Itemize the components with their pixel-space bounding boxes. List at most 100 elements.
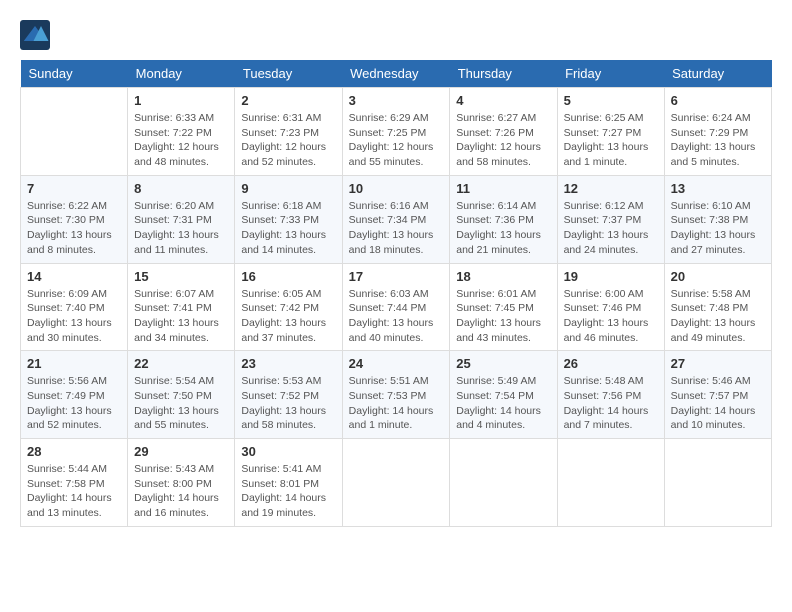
day-number: 7 (27, 181, 121, 196)
day-info: Sunrise: 6:31 AM Sunset: 7:23 PM Dayligh… (241, 111, 335, 170)
day-info: Sunrise: 6:24 AM Sunset: 7:29 PM Dayligh… (671, 111, 765, 170)
weekday-header-sunday: Sunday (21, 60, 128, 88)
day-info: Sunrise: 6:22 AM Sunset: 7:30 PM Dayligh… (27, 199, 121, 258)
calendar-cell: 22 Sunrise: 5:54 AM Sunset: 7:50 PM Dayli… (128, 351, 235, 439)
day-info: Sunrise: 6:12 AM Sunset: 7:37 PM Dayligh… (564, 199, 658, 258)
weekday-header-friday: Friday (557, 60, 664, 88)
calendar-cell: 7 Sunrise: 6:22 AM Sunset: 7:30 PM Daylig… (21, 175, 128, 263)
day-number: 25 (456, 356, 550, 371)
week-row-3: 14Sunrise: 6:09 AM Sunset: 7:40 PM Dayli… (21, 263, 772, 351)
day-info: Sunrise: 5:48 AM Sunset: 7:56 PM Dayligh… (564, 374, 658, 433)
day-number: 24 (349, 356, 444, 371)
calendar-table: SundayMondayTuesdayWednesdayThursdayFrid… (20, 60, 772, 527)
calendar-cell: 3 Sunrise: 6:29 AM Sunset: 7:25 PM Daylig… (342, 88, 450, 176)
calendar-cell: 10 Sunrise: 6:16 AM Sunset: 7:34 PM Dayli… (342, 175, 450, 263)
calendar-cell: 4 Sunrise: 6:27 AM Sunset: 7:26 PM Daylig… (450, 88, 557, 176)
day-info: Sunrise: 6:25 AM Sunset: 7:27 PM Dayligh… (564, 111, 658, 170)
weekday-header-monday: Monday (128, 60, 235, 88)
day-info: Sunrise: 6:18 AM Sunset: 7:33 PM Dayligh… (241, 199, 335, 258)
calendar-cell: 26 Sunrise: 5:48 AM Sunset: 7:56 PM Dayli… (557, 351, 664, 439)
day-info: Sunrise: 6:10 AM Sunset: 7:38 PM Dayligh… (671, 199, 765, 258)
day-info: Sunrise: 6:07 AM Sunset: 7:41 PM Dayligh… (134, 287, 228, 346)
calendar-cell: 23 Sunrise: 5:53 AM Sunset: 7:52 PM Dayli… (235, 351, 342, 439)
day-number: 19 (564, 269, 658, 284)
day-info: Sunrise: 5:54 AM Sunset: 7:50 PM Dayligh… (134, 374, 228, 433)
day-number: 28 (27, 444, 121, 459)
calendar-cell (342, 439, 450, 527)
weekday-header-wednesday: Wednesday (342, 60, 450, 88)
calendar-cell: 29 Sunrise: 5:43 AM Sunset: 8:00 PM Dayli… (128, 439, 235, 527)
day-info: Sunrise: 6:20 AM Sunset: 7:31 PM Dayligh… (134, 199, 228, 258)
day-number: 26 (564, 356, 658, 371)
week-row-2: 7 Sunrise: 6:22 AM Sunset: 7:30 PM Daylig… (21, 175, 772, 263)
day-number: 10 (349, 181, 444, 196)
calendar-cell: 27 Sunrise: 5:46 AM Sunset: 7:57 PM Dayli… (664, 351, 771, 439)
day-info: Sunrise: 5:46 AM Sunset: 7:57 PM Dayligh… (671, 374, 765, 433)
day-number: 27 (671, 356, 765, 371)
day-info: Sunrise: 6:01 AM Sunset: 7:45 PM Dayligh… (456, 287, 550, 346)
calendar-cell: 1 Sunrise: 6:33 AM Sunset: 7:22 PM Daylig… (128, 88, 235, 176)
day-number: 13 (671, 181, 765, 196)
day-info: Sunrise: 6:09 AM Sunset: 7:40 PM Dayligh… (27, 287, 121, 346)
day-info: Sunrise: 6:33 AM Sunset: 7:22 PM Dayligh… (134, 111, 228, 170)
day-number: 20 (671, 269, 765, 284)
day-number: 9 (241, 181, 335, 196)
day-number: 23 (241, 356, 335, 371)
day-number: 4 (456, 93, 550, 108)
calendar-cell: 6Sunrise: 6:24 AM Sunset: 7:29 PM Daylig… (664, 88, 771, 176)
day-info: Sunrise: 5:43 AM Sunset: 8:00 PM Dayligh… (134, 462, 228, 521)
calendar-cell: 9 Sunrise: 6:18 AM Sunset: 7:33 PM Daylig… (235, 175, 342, 263)
calendar-cell: 18Sunrise: 6:01 AM Sunset: 7:45 PM Dayli… (450, 263, 557, 351)
day-info: Sunrise: 6:14 AM Sunset: 7:36 PM Dayligh… (456, 199, 550, 258)
weekday-header-saturday: Saturday (664, 60, 771, 88)
day-number: 17 (349, 269, 444, 284)
day-number: 1 (134, 93, 228, 108)
day-number: 29 (134, 444, 228, 459)
day-number: 3 (349, 93, 444, 108)
day-info: Sunrise: 5:58 AM Sunset: 7:48 PM Dayligh… (671, 287, 765, 346)
day-info: Sunrise: 5:41 AM Sunset: 8:01 PM Dayligh… (241, 462, 335, 521)
week-row-4: 21 Sunrise: 5:56 AM Sunset: 7:49 PM Dayli… (21, 351, 772, 439)
day-number: 21 (27, 356, 121, 371)
day-info: Sunrise: 6:29 AM Sunset: 7:25 PM Dayligh… (349, 111, 444, 170)
day-number: 5 (564, 93, 658, 108)
calendar-cell (557, 439, 664, 527)
calendar-cell: 21 Sunrise: 5:56 AM Sunset: 7:49 PM Dayli… (21, 351, 128, 439)
day-info: Sunrise: 5:44 AM Sunset: 7:58 PM Dayligh… (27, 462, 121, 521)
calendar-cell (450, 439, 557, 527)
calendar-cell: 13 Sunrise: 6:10 AM Sunset: 7:38 PM Dayli… (664, 175, 771, 263)
calendar-cell (664, 439, 771, 527)
calendar-cell: 5 Sunrise: 6:25 AM Sunset: 7:27 PM Daylig… (557, 88, 664, 176)
day-info: Sunrise: 5:53 AM Sunset: 7:52 PM Dayligh… (241, 374, 335, 433)
day-info: Sunrise: 5:56 AM Sunset: 7:49 PM Dayligh… (27, 374, 121, 433)
day-number: 11 (456, 181, 550, 196)
day-number: 15 (134, 269, 228, 284)
calendar-cell: 11 Sunrise: 6:14 AM Sunset: 7:36 PM Dayli… (450, 175, 557, 263)
calendar-cell: 19 Sunrise: 6:00 AM Sunset: 7:46 PM Dayli… (557, 263, 664, 351)
logo-icon (20, 20, 50, 50)
calendar-cell: 25 Sunrise: 5:49 AM Sunset: 7:54 PM Dayli… (450, 351, 557, 439)
week-row-5: 28 Sunrise: 5:44 AM Sunset: 7:58 PM Dayli… (21, 439, 772, 527)
day-info: Sunrise: 6:16 AM Sunset: 7:34 PM Dayligh… (349, 199, 444, 258)
calendar-cell (21, 88, 128, 176)
calendar-cell: 17 Sunrise: 6:03 AM Sunset: 7:44 PM Dayli… (342, 263, 450, 351)
calendar-cell: 20 Sunrise: 5:58 AM Sunset: 7:48 PM Dayli… (664, 263, 771, 351)
day-info: Sunrise: 5:51 AM Sunset: 7:53 PM Dayligh… (349, 374, 444, 433)
calendar-cell: 28 Sunrise: 5:44 AM Sunset: 7:58 PM Dayli… (21, 439, 128, 527)
day-info: Sunrise: 6:05 AM Sunset: 7:42 PM Dayligh… (241, 287, 335, 346)
calendar-cell: 15 Sunrise: 6:07 AM Sunset: 7:41 PM Dayli… (128, 263, 235, 351)
calendar-cell: 8Sunrise: 6:20 AM Sunset: 7:31 PM Daylig… (128, 175, 235, 263)
day-info: Sunrise: 6:03 AM Sunset: 7:44 PM Dayligh… (349, 287, 444, 346)
day-info: Sunrise: 5:49 AM Sunset: 7:54 PM Dayligh… (456, 374, 550, 433)
day-number: 12 (564, 181, 658, 196)
header (20, 20, 772, 50)
calendar-cell: 2Sunrise: 6:31 AM Sunset: 7:23 PM Daylig… (235, 88, 342, 176)
day-number: 22 (134, 356, 228, 371)
calendar-cell: 12 Sunrise: 6:12 AM Sunset: 7:37 PM Dayli… (557, 175, 664, 263)
calendar-cell: 16 Sunrise: 6:05 AM Sunset: 7:42 PM Dayli… (235, 263, 342, 351)
calendar-cell: 30Sunrise: 5:41 AM Sunset: 8:01 PM Dayli… (235, 439, 342, 527)
logo (20, 20, 54, 50)
day-info: Sunrise: 6:27 AM Sunset: 7:26 PM Dayligh… (456, 111, 550, 170)
day-info: Sunrise: 6:00 AM Sunset: 7:46 PM Dayligh… (564, 287, 658, 346)
day-number: 16 (241, 269, 335, 284)
